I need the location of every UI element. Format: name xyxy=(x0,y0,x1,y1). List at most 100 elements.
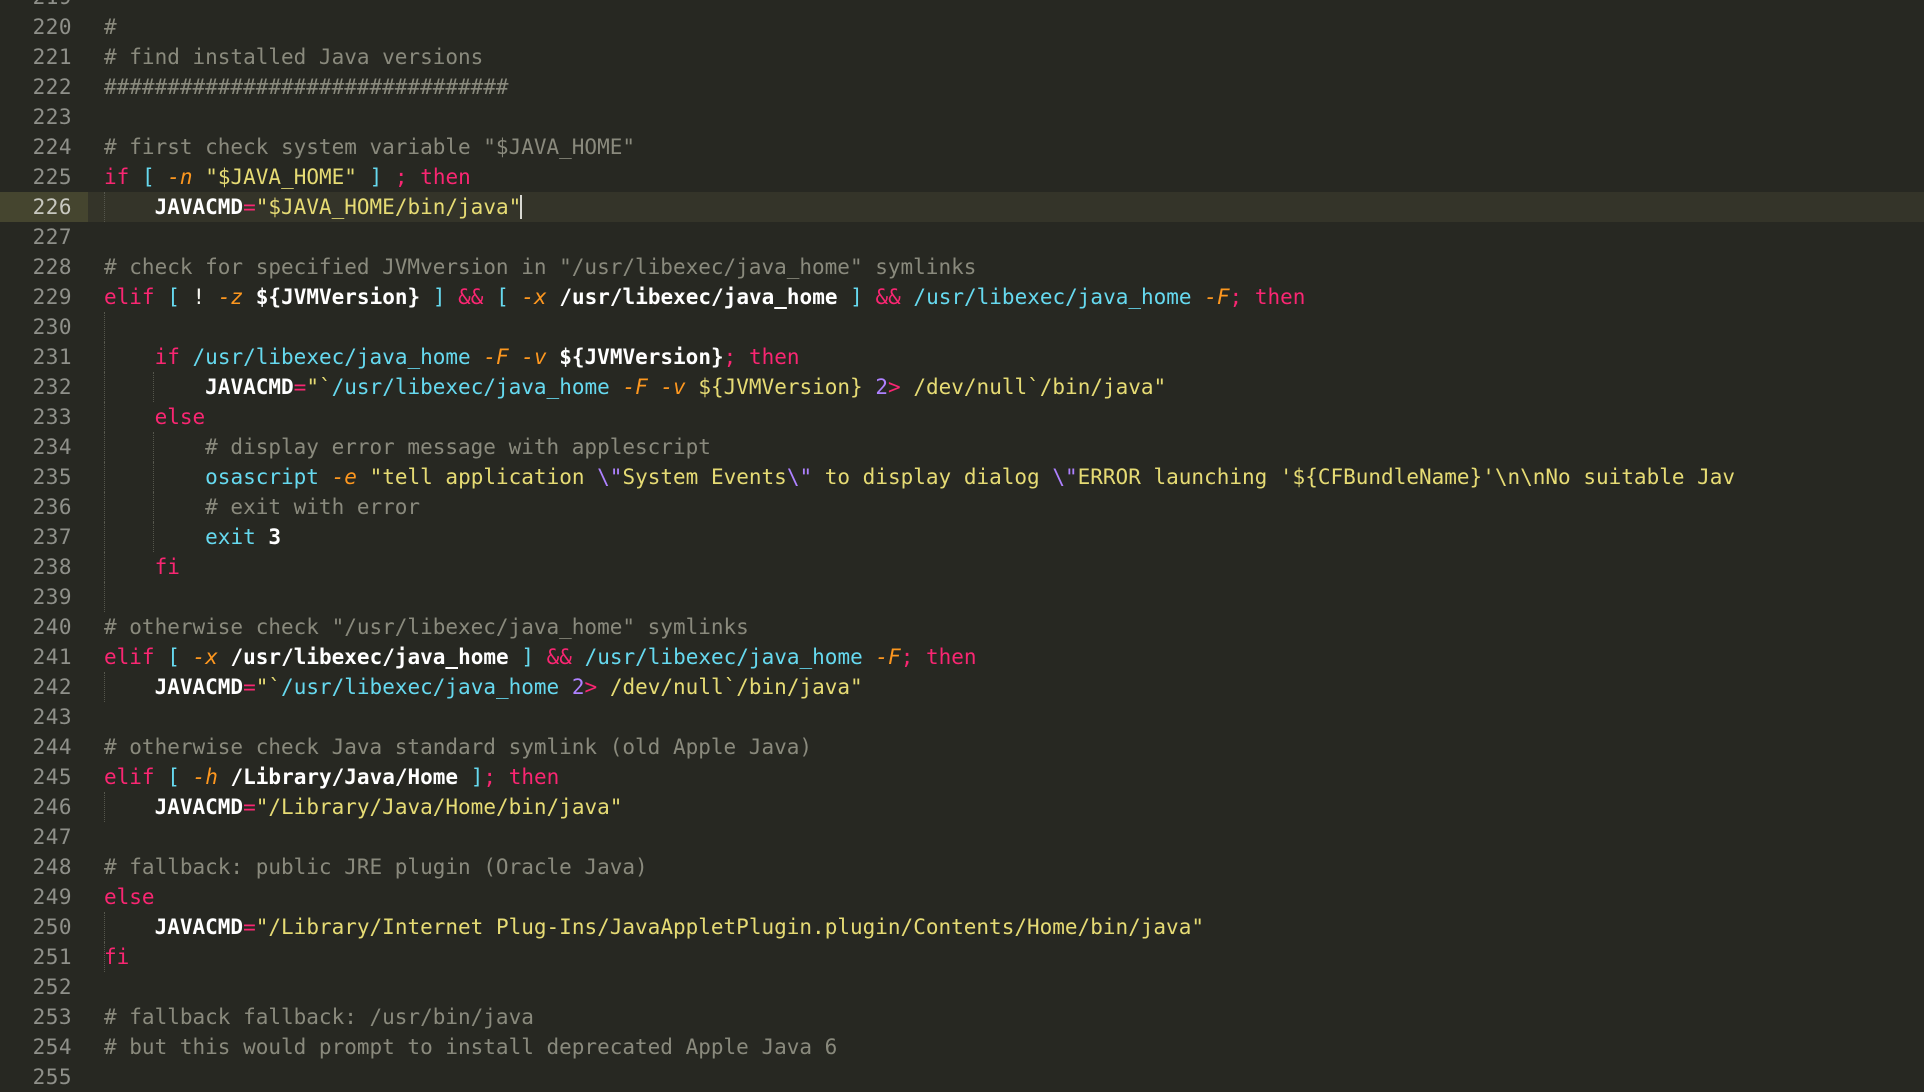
code-line[interactable]: 225 if [ -n "$JAVA_HOME" ] ; then xyxy=(0,162,1924,192)
code-text[interactable]: if /usr/libexec/java_home -F -v ${JVMVer… xyxy=(104,342,800,372)
code-line[interactable]: 252 xyxy=(0,972,1924,1002)
line-number[interactable]: 254 xyxy=(0,1032,88,1062)
code-line[interactable]: 234 # display error message with applesc… xyxy=(0,432,1924,462)
code-text[interactable]: # exit with error xyxy=(104,492,420,522)
line-number[interactable]: 238 xyxy=(0,552,88,582)
code-text[interactable]: JAVACMD="`/usr/libexec/java_home 2> /dev… xyxy=(104,672,863,702)
code-text[interactable]: # first check system variable "$JAVA_HOM… xyxy=(104,132,635,162)
code-text[interactable]: exit 3 xyxy=(104,522,281,552)
code-text[interactable]: JAVACMD="/Library/Internet Plug-Ins/Java… xyxy=(104,912,1204,942)
line-number[interactable]: 251 xyxy=(0,942,88,972)
code-line[interactable]: 233 else xyxy=(0,402,1924,432)
code-line[interactable]: 249 else xyxy=(0,882,1924,912)
code-text[interactable]: JAVACMD="`/usr/libexec/java_home -F -v $… xyxy=(104,372,1166,402)
code-line[interactable]: 220 # xyxy=(0,12,1924,42)
line-number[interactable]: 232 xyxy=(0,372,88,402)
code-text[interactable]: JAVACMD="/Library/Java/Home/bin/java" xyxy=(104,792,622,822)
code-text[interactable]: ################################ xyxy=(104,72,509,102)
code-line[interactable]: 227 xyxy=(0,222,1924,252)
code-line[interactable]: 248# fallback: public JRE plugin (Oracle… xyxy=(0,852,1924,882)
code-text[interactable]: # but this would prompt to install depre… xyxy=(104,1032,837,1062)
line-number[interactable]: 250 xyxy=(0,912,88,942)
line-number[interactable]: 246 xyxy=(0,792,88,822)
code-line[interactable]: 221 # find installed Java versions xyxy=(0,42,1924,72)
code-text[interactable]: fi xyxy=(104,942,129,972)
code-line[interactable]: 240 # otherwise check "/usr/libexec/java_… xyxy=(0,612,1924,642)
line-number[interactable]: 248 xyxy=(0,852,88,882)
line-number[interactable]: 252 xyxy=(0,972,88,1002)
code-line[interactable]: 237 exit 3 xyxy=(0,522,1924,552)
code-text[interactable]: fi xyxy=(104,552,180,582)
line-number[interactable]: 244 xyxy=(0,732,88,762)
code-line[interactable]: 255 xyxy=(0,1062,1924,1092)
line-number[interactable]: 242 xyxy=(0,672,88,702)
line-number[interactable]: 253 xyxy=(0,1002,88,1032)
line-number[interactable]: 237 xyxy=(0,522,88,552)
line-number[interactable]: 239 xyxy=(0,582,88,612)
code-text[interactable]: else xyxy=(104,402,205,432)
line-number[interactable]: 221 xyxy=(0,42,88,72)
code-line[interactable]: 247 xyxy=(0,822,1924,852)
line-number[interactable]: 220 xyxy=(0,12,88,42)
line-number[interactable]: 219 xyxy=(0,0,88,12)
code-line[interactable]: 228 # check for specified JVMversion in "… xyxy=(0,252,1924,282)
code-line[interactable]: 239 xyxy=(0,582,1924,612)
code-text[interactable]: # find installed Java versions xyxy=(104,42,483,72)
code-text[interactable]: elif [ -h /Library/Java/Home ]; then xyxy=(104,762,559,792)
code-line[interactable]: 254 # but this would prompt to install de… xyxy=(0,1032,1924,1062)
code-line[interactable]: 232 JAVACMD="`/usr/libexec/java_home -F … xyxy=(0,372,1924,402)
code-text[interactable]: JAVACMD="$JAVA_HOME/bin/java" xyxy=(104,192,522,222)
code-line[interactable]: 236 # exit with error xyxy=(0,492,1924,522)
code-text[interactable]: if [ -n "$JAVA_HOME" ] ; then xyxy=(104,162,471,192)
code-line[interactable]: 229 elif [ ! -z ${JVMVersion} ] && [ -x /… xyxy=(0,282,1924,312)
code-line[interactable]: 251 fi xyxy=(0,942,1924,972)
code-text[interactable]: osascript -e "tell application \"System … xyxy=(104,462,1735,492)
line-number[interactable]: 241 xyxy=(0,642,88,672)
code-editor[interactable]: 219220 #221 # find installed Java versions… xyxy=(0,0,1924,1086)
code-line[interactable]: 250 JAVACMD="/Library/Internet Plug-Ins/… xyxy=(0,912,1924,942)
code-text[interactable]: else xyxy=(104,882,155,912)
line-number[interactable]: 245 xyxy=(0,762,88,792)
code-line[interactable]: 219 xyxy=(0,0,1924,12)
code-text[interactable]: elif [ -x /usr/libexec/java_home ] && /u… xyxy=(104,642,977,672)
line-number[interactable]: 225 xyxy=(0,162,88,192)
code-line[interactable]: 242 JAVACMD="`/usr/libexec/java_home 2> … xyxy=(0,672,1924,702)
code-text[interactable]: # otherwise check Java standard symlink … xyxy=(104,732,812,762)
code-line[interactable]: 222 ################################ xyxy=(0,72,1924,102)
line-number[interactable]: 247 xyxy=(0,822,88,852)
line-number[interactable]: 226 xyxy=(0,192,88,222)
code-line[interactable]: 230 xyxy=(0,312,1924,342)
line-number[interactable]: 255 xyxy=(0,1062,88,1092)
line-number[interactable]: 231 xyxy=(0,342,88,372)
code-text[interactable]: # fallback fallback: /usr/bin/java xyxy=(104,1002,534,1032)
code-line[interactable]: 238 fi xyxy=(0,552,1924,582)
line-number[interactable]: 228 xyxy=(0,252,88,282)
code-line[interactable]: 244 # otherwise check Java standard symli… xyxy=(0,732,1924,762)
code-text[interactable]: elif [ ! -z ${JVMVersion} ] && [ -x /usr… xyxy=(104,282,1305,312)
line-number[interactable]: 240 xyxy=(0,612,88,642)
line-number[interactable]: 236 xyxy=(0,492,88,522)
line-number[interactable]: 249 xyxy=(0,882,88,912)
line-number[interactable]: 229 xyxy=(0,282,88,312)
code-line[interactable]: 245 elif [ -h /Library/Java/Home ]; then xyxy=(0,762,1924,792)
line-number[interactable]: 233 xyxy=(0,402,88,432)
code-text[interactable]: # otherwise check "/usr/libexec/java_hom… xyxy=(104,612,749,642)
line-number[interactable]: 234 xyxy=(0,432,88,462)
code-text[interactable]: # display error message with applescript xyxy=(104,432,711,462)
code-line[interactable]: 235 osascript -e "tell application \"Sys… xyxy=(0,462,1924,492)
line-number[interactable]: 235 xyxy=(0,462,88,492)
code-line[interactable]: 243 xyxy=(0,702,1924,732)
code-line[interactable]: 223 xyxy=(0,102,1924,132)
line-number[interactable]: 222 xyxy=(0,72,88,102)
code-line[interactable]: 253 # fallback fallback: /usr/bin/java xyxy=(0,1002,1924,1032)
code-line[interactable]: 246 JAVACMD="/Library/Java/Home/bin/java… xyxy=(0,792,1924,822)
code-text[interactable]: # check for specified JVMversion in "/us… xyxy=(104,252,976,282)
line-number[interactable]: 227 xyxy=(0,222,88,252)
line-number[interactable]: 223 xyxy=(0,102,88,132)
code-line[interactable]: 224# first check system variable "$JAVA_… xyxy=(0,132,1924,162)
code-line[interactable]: 231 if /usr/libexec/java_home -F -v ${JV… xyxy=(0,342,1924,372)
code-line[interactable]: 241 elif [ -x /usr/libexec/java_home ] &&… xyxy=(0,642,1924,672)
code-text[interactable]: # xyxy=(104,12,117,42)
line-number[interactable]: 243 xyxy=(0,702,88,732)
code-line[interactable]: 226 JAVACMD="$JAVA_HOME/bin/java" xyxy=(0,192,1924,222)
